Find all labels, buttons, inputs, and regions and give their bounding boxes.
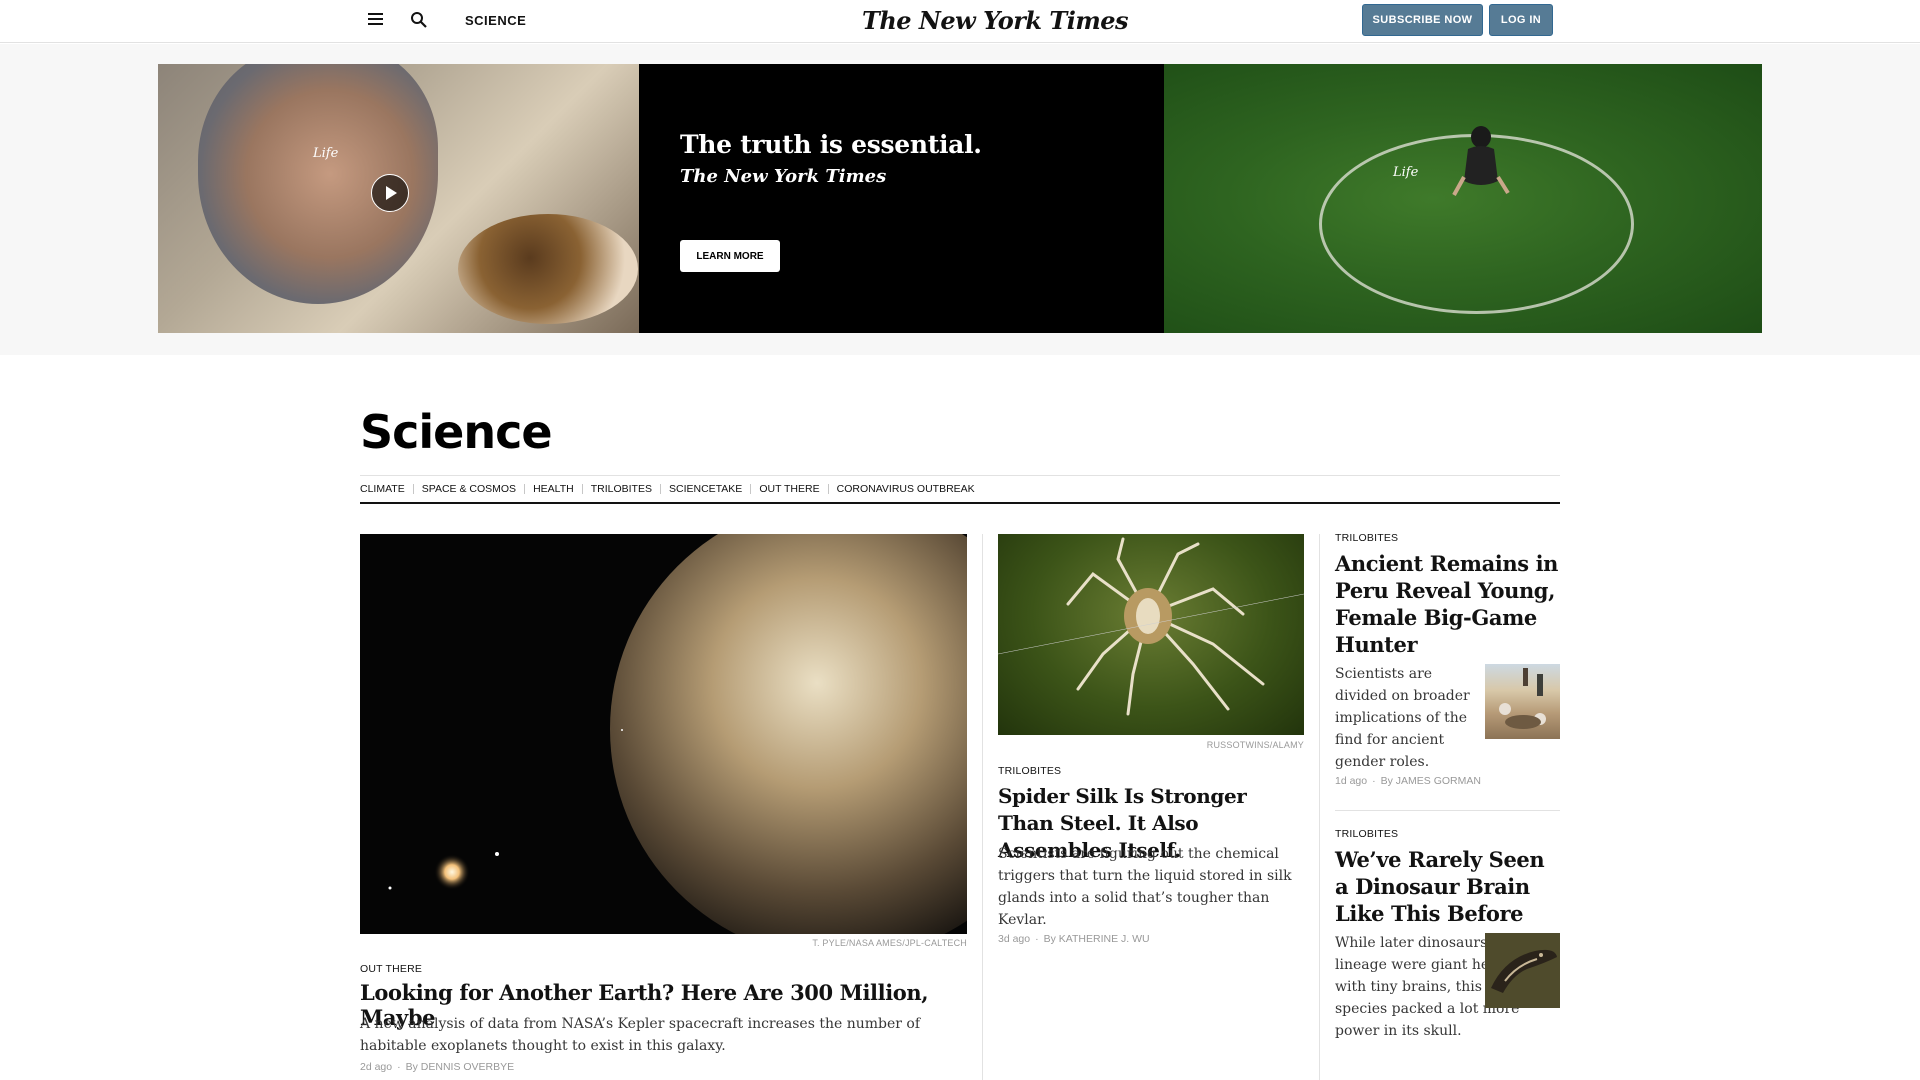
subnav-out-there[interactable]: OUT THERE: [759, 483, 819, 495]
subnav-health[interactable]: HEALTH: [533, 483, 574, 495]
person-figure: [1452, 126, 1510, 196]
image-credit: RUSSOTWINS/ALAMY: [1206, 740, 1304, 750]
article-kicker[interactable]: TRILOBITES: [1335, 828, 1398, 840]
ad-caption-right: Life: [1393, 165, 1419, 180]
article-kicker[interactable]: TRILOBITES: [998, 765, 1061, 777]
column-divider: [982, 534, 983, 1080]
subscribe-button[interactable]: SUBSCRIBE NOW: [1362, 4, 1483, 36]
subnav-coronavirus[interactable]: CORONAVIRUS OUTBREAK: [837, 483, 975, 495]
subnav-space-cosmos[interactable]: SPACE & COSMOS: [422, 483, 516, 495]
fourth-headline[interactable]: We’ve Rarely Seen a Dinosaur Brain Like …: [1335, 846, 1560, 927]
ad-photo-right: Life: [1164, 64, 1762, 333]
fourth-article-thumbnail[interactable]: [1485, 933, 1560, 1008]
section-subnav: CLIMATE SPACE & COSMOS HEALTH TRILOBITES…: [360, 475, 1560, 504]
second-meta: 3d ago · By KATHERINE J. WU: [998, 933, 1150, 945]
page-title: Science: [360, 405, 553, 459]
subnav-trilobites[interactable]: TRILOBITES: [591, 483, 652, 495]
lead-summary: A new analysis of data from NASA’s Keple…: [360, 1016, 921, 1054]
advertisement-banner[interactable]: Life The truth is essential. The New Yor…: [158, 64, 1762, 333]
second-article-image[interactable]: [998, 534, 1304, 735]
play-icon[interactable]: [371, 174, 409, 212]
byline[interactable]: By JAMES GORMAN: [1381, 775, 1481, 787]
timestamp: 2d ago: [360, 1061, 393, 1073]
subnav-sciencetake[interactable]: SCIENCETAKE: [669, 483, 742, 495]
menu-icon[interactable]: [368, 13, 385, 27]
timestamp: 1d ago: [1335, 775, 1368, 787]
article-kicker[interactable]: TRILOBITES: [1335, 532, 1398, 544]
login-button[interactable]: LOG IN: [1489, 4, 1553, 36]
ad-photo-left: Life: [158, 64, 639, 333]
third-summary: Scientists are divided on broader implic…: [1335, 666, 1470, 770]
column-divider: [1319, 534, 1320, 1080]
section-link[interactable]: SCIENCE: [465, 13, 526, 28]
second-summary: Scientists are figuring out the chemical…: [998, 846, 1292, 928]
subnav-climate[interactable]: CLIMATE: [360, 483, 405, 495]
timestamp: 3d ago: [998, 933, 1031, 945]
ad-caption-left: Life: [313, 146, 339, 161]
third-article-thumbnail[interactable]: [1485, 664, 1560, 739]
masthead-logo[interactable]: The New York Times: [862, 6, 1129, 35]
top-bar: SCIENCE The New York Times SUBSCRIBE NOW…: [0, 0, 1920, 43]
article-kicker[interactable]: OUT THERE: [360, 963, 422, 975]
image-credit: T. PYLE/NASA AMES/JPL-CALTECH: [812, 938, 967, 948]
third-meta: 1d ago · By JAMES GORMAN: [1335, 775, 1481, 787]
ad-message-panel: The truth is essential. The New York Tim…: [639, 64, 1164, 333]
article-divider: [1335, 810, 1560, 811]
byline[interactable]: By KATHERINE J. WU: [1044, 933, 1150, 945]
lead-article-image[interactable]: [360, 534, 967, 934]
ad-brand: The New York Times: [680, 166, 887, 187]
search-icon[interactable]: [409, 10, 429, 30]
byline[interactable]: By DENNIS OVERBYE: [406, 1061, 515, 1073]
learn-more-button[interactable]: LEARN MORE: [680, 240, 780, 272]
lead-meta: 2d ago · By DENNIS OVERBYE: [360, 1061, 515, 1073]
ad-headline: The truth is essential.: [680, 130, 982, 159]
third-headline[interactable]: Ancient Remains in Peru Reveal Young, Fe…: [1335, 550, 1560, 658]
